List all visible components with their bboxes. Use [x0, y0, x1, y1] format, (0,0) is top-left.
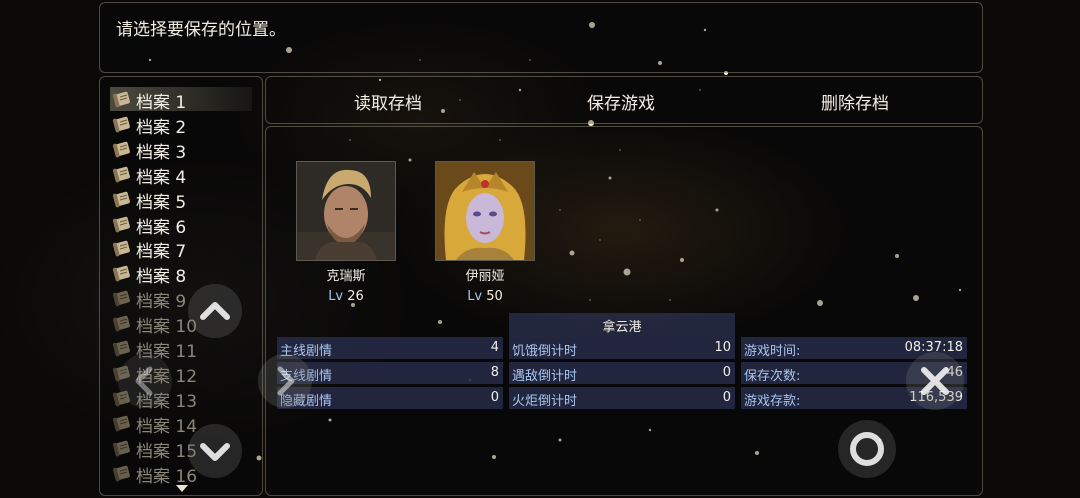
savefile-label: 档案 8: [136, 267, 187, 288]
savefile-label: 档案 9: [136, 292, 187, 313]
stat-label: 游戏时间:: [744, 344, 801, 359]
actor-name: 克瑞斯: [326, 269, 366, 284]
savefile-label: 档案 1: [136, 93, 187, 113]
stat-label: 火炬倒计时: [512, 394, 578, 409]
stat-row: 饥饿倒计时 10: [509, 337, 735, 359]
face-portrait-iliya: [435, 161, 535, 261]
scroll-icon: [112, 315, 130, 332]
savefile-label: 档案 2: [136, 117, 187, 138]
chevron-left-icon: [135, 366, 153, 396]
help-window: 请选择要保存的位置。: [99, 2, 983, 73]
delete-savefile-button[interactable]: 删除存档: [821, 89, 889, 114]
command-window: 读取存档 保存游戏 删除存档: [265, 76, 983, 124]
scroll-icon: [112, 191, 130, 207]
scroll-icon: [112, 415, 130, 432]
scroll-icon: [112, 116, 130, 133]
level-value: 26: [347, 289, 364, 304]
savefile-item[interactable]: 档案 6: [110, 212, 252, 238]
stat-value: 0: [722, 365, 731, 380]
savefile-label: 档案 5: [136, 192, 187, 213]
cancel-button[interactable]: [906, 352, 964, 410]
stat-value: 0: [722, 390, 731, 405]
stat-value: 8: [490, 365, 499, 380]
savefile-item[interactable]: 档案 8: [110, 261, 252, 288]
savefile-item[interactable]: 档案 5: [110, 187, 252, 213]
scroll-up-button[interactable]: [188, 284, 242, 338]
face-portrait-cris: [296, 161, 396, 261]
scroll-icon: [112, 216, 130, 232]
savefile-label: 档案 7: [136, 242, 187, 263]
level-value: 50: [486, 289, 503, 304]
map-name: 拿云港: [602, 320, 642, 335]
scroll-icon: [112, 241, 130, 257]
help-text: 请选择要保存的位置。: [116, 20, 286, 40]
save-game-button[interactable]: 保存游戏: [587, 89, 655, 114]
scroll-icon: [112, 141, 130, 158]
dpad-right-button[interactable]: [258, 354, 312, 408]
scroll-icon: [112, 291, 130, 307]
savefile-item[interactable]: 档案 3: [110, 137, 252, 163]
savefile-item[interactable]: 档案 1: [110, 87, 252, 113]
scroll-icon: [112, 91, 130, 108]
chevron-up-icon: [200, 302, 230, 320]
stat-value: 4: [490, 340, 499, 355]
stat-row: 遇敌倒计时 0: [509, 362, 735, 384]
actor-level: Lv 26: [296, 289, 396, 304]
level-tag: Lv: [328, 289, 344, 304]
stat-label: 饥饿倒计时: [512, 344, 578, 359]
more-down-arrow-icon: [176, 485, 188, 492]
close-icon: [921, 367, 949, 395]
confirm-button[interactable]: [838, 420, 896, 478]
scroll-icon: [112, 166, 130, 183]
stat-value: 10: [714, 340, 731, 355]
stat-label: 游戏存款:: [744, 394, 801, 409]
scroll-icon: [112, 465, 130, 481]
chevron-down-icon: [200, 443, 230, 461]
actor-level: Lv 50: [435, 289, 535, 304]
savefile-label: 档案 3: [136, 142, 187, 163]
stat-value: 0: [490, 390, 499, 405]
savefile-label: 档案 4: [136, 167, 187, 188]
confirm-circle-icon: [850, 432, 884, 466]
level-tag: Lv: [467, 289, 483, 304]
savefile-item[interactable]: 档案 7: [110, 236, 252, 263]
stat-label: 保存次数:: [744, 369, 801, 384]
stat-row: 火炬倒计时 0: [509, 387, 735, 409]
savefile-label: 档案 6: [136, 217, 187, 238]
stat-label: 遇敌倒计时: [512, 369, 578, 384]
map-name-bar: 拿云港: [509, 313, 735, 337]
savefile-item[interactable]: 档案 4: [110, 162, 252, 188]
savefile-item[interactable]: 档案 2: [110, 112, 252, 138]
load-savefile-button[interactable]: 读取存档: [354, 89, 422, 114]
actor-name: 伊丽娅: [465, 269, 505, 284]
dpad-left-button[interactable]: [118, 354, 172, 408]
chevron-right-icon: [277, 366, 295, 396]
scroll-icon: [112, 440, 130, 456]
scroll-icon: [112, 266, 130, 282]
scroll-down-button[interactable]: [188, 424, 242, 478]
